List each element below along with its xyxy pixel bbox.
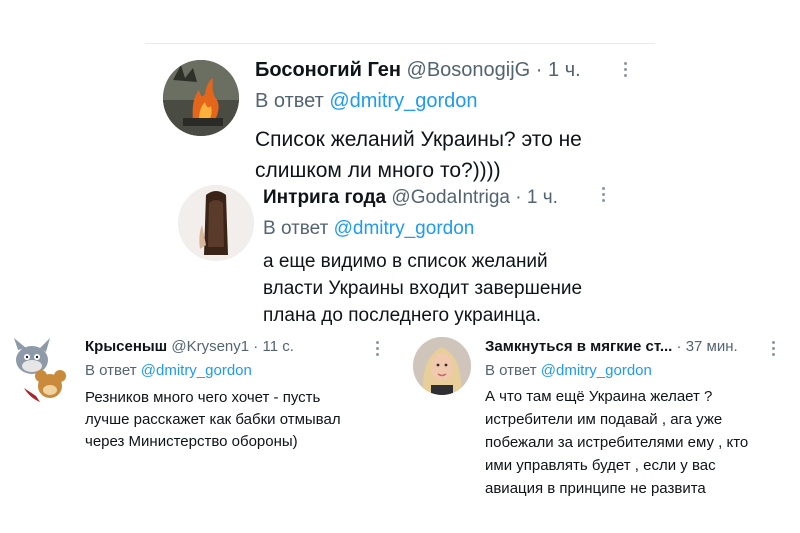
timestamp[interactable]: 1 ч. [548,59,581,81]
tom-and-jerry-avatar-image [14,338,66,402]
tweet-text-line: через Министерство обороны) [85,433,298,450]
tweet-body: Замкнуться в мягкие ст... · 37 мин. В от… [485,336,785,500]
tweet-text-line: лучше расскажет как бабки отмывал [85,411,341,428]
tweet-text: А что там ещё Украина желает ? истребите… [485,385,785,500]
tweet-body: Босоногий Ген @BosonogijG · 1 ч. В ответ… [255,56,645,186]
display-name[interactable]: Крысеныш [85,338,167,355]
reply-prefix: В ответ [255,90,324,112]
reply-prefix: В ответ [85,362,137,379]
mention-link[interactable]: @dmitry_gordon [329,90,477,112]
timestamp[interactable]: 11 с. [262,338,293,355]
more-options-icon[interactable] [772,341,776,356]
reply-tweet-bosonogijg[interactable]: Босоногий Ген @BosonogijG · 1 ч. В ответ… [160,52,660,182]
more-options-icon[interactable] [602,187,606,202]
more-options-icon[interactable] [376,341,380,356]
user-handle[interactable]: @Kryseny1 [171,338,249,355]
separator-dot: · [253,338,259,355]
user-avatar[interactable] [178,185,254,261]
tweet-text: Список желаний Украины? это не слишком л… [255,124,645,186]
timestamp[interactable]: 1 ч. [527,187,558,208]
reply-context: В ответ @dmitry_gordon [85,360,390,382]
tweet-text-line: плана до последнего украинца. [263,305,542,326]
reply-tweet-zamknutsya[interactable]: Замкнуться в мягкие ст... · 37 мин. В от… [410,333,790,503]
user-avatar[interactable] [413,337,471,395]
user-avatar[interactable] [163,60,239,136]
tweet-header: Босоногий Ген @BosonogijG · 1 ч. [255,56,645,84]
display-name[interactable]: Босоногий Ген [255,59,401,81]
display-name[interactable]: Замкнуться в мягкие ст... [485,338,672,355]
tweet-body: Крысеныш @Kryseny1 · 11 с. В ответ @dmit… [85,336,390,453]
tweet-text-line: власти Украины входит завершение [263,278,583,299]
tweet-text-line: истребители им подавай , ага уже [485,411,723,428]
mention-link[interactable]: @dmitry_gordon [141,362,252,379]
reply-prefix: В ответ [263,218,329,239]
tweet-body: Интрига года @GodaIntriga · 1 ч. В ответ… [263,185,623,329]
separator-dot: · [515,187,522,208]
display-name[interactable]: Интрига года [263,187,386,208]
reply-tweet-godaintriga[interactable]: Интрига года @GodaIntriga · 1 ч. В ответ… [175,180,625,326]
tweet-header: Крысеныш @Kryseny1 · 11 с. [85,336,390,358]
fire-avatar-image [163,60,239,136]
reply-prefix: В ответ [485,362,537,379]
reply-context: В ответ @dmitry_gordon [255,87,645,115]
tweet-text-line: Список желаний Украины? это не [255,128,582,151]
user-avatar[interactable] [10,338,72,408]
blonde-woman-avatar-image [413,337,471,395]
timestamp[interactable]: 37 мин. [686,338,738,355]
tweet-text-line: Резников много чего хочет - пусть [85,389,321,406]
more-options-icon[interactable] [624,62,628,77]
separator-dot: · [535,59,543,81]
mention-link[interactable]: @dmitry_gordon [334,218,475,239]
separator-dot: · [676,338,682,355]
reply-context: В ответ @dmitry_gordon [263,216,623,242]
reply-tweet-kryseny1[interactable]: Крысеныш @Kryseny1 · 11 с. В ответ @dmit… [10,333,395,463]
tweet-text: Резников много чего хочет - пусть лучше … [85,387,390,453]
tweet-header: Интрига года @GodaIntriga · 1 ч. [263,185,623,211]
user-handle[interactable]: @BosonogijG [407,59,531,81]
tweet-text-line: а еще видимо в список желаний [263,251,548,272]
tweet-text-line: побежали за истребителями ему , кто [485,434,749,451]
tweet-text-line: А что там ещё Украина желает ? [485,388,713,405]
long-hair-avatar-image [178,185,254,261]
tweet-text-line: авиация в принципе не развита [485,480,706,497]
tweet-text: а еще видимо в список желаний власти Укр… [263,248,623,329]
reply-context: В ответ @dmitry_gordon [485,360,785,382]
user-handle[interactable]: @GodaIntriga [391,187,510,208]
top-divider [145,43,655,44]
tweet-text-line: ими управлять будет , если у вас [485,457,716,474]
mention-link[interactable]: @dmitry_gordon [541,362,652,379]
tweet-header: Замкнуться в мягкие ст... · 37 мин. [485,336,785,358]
